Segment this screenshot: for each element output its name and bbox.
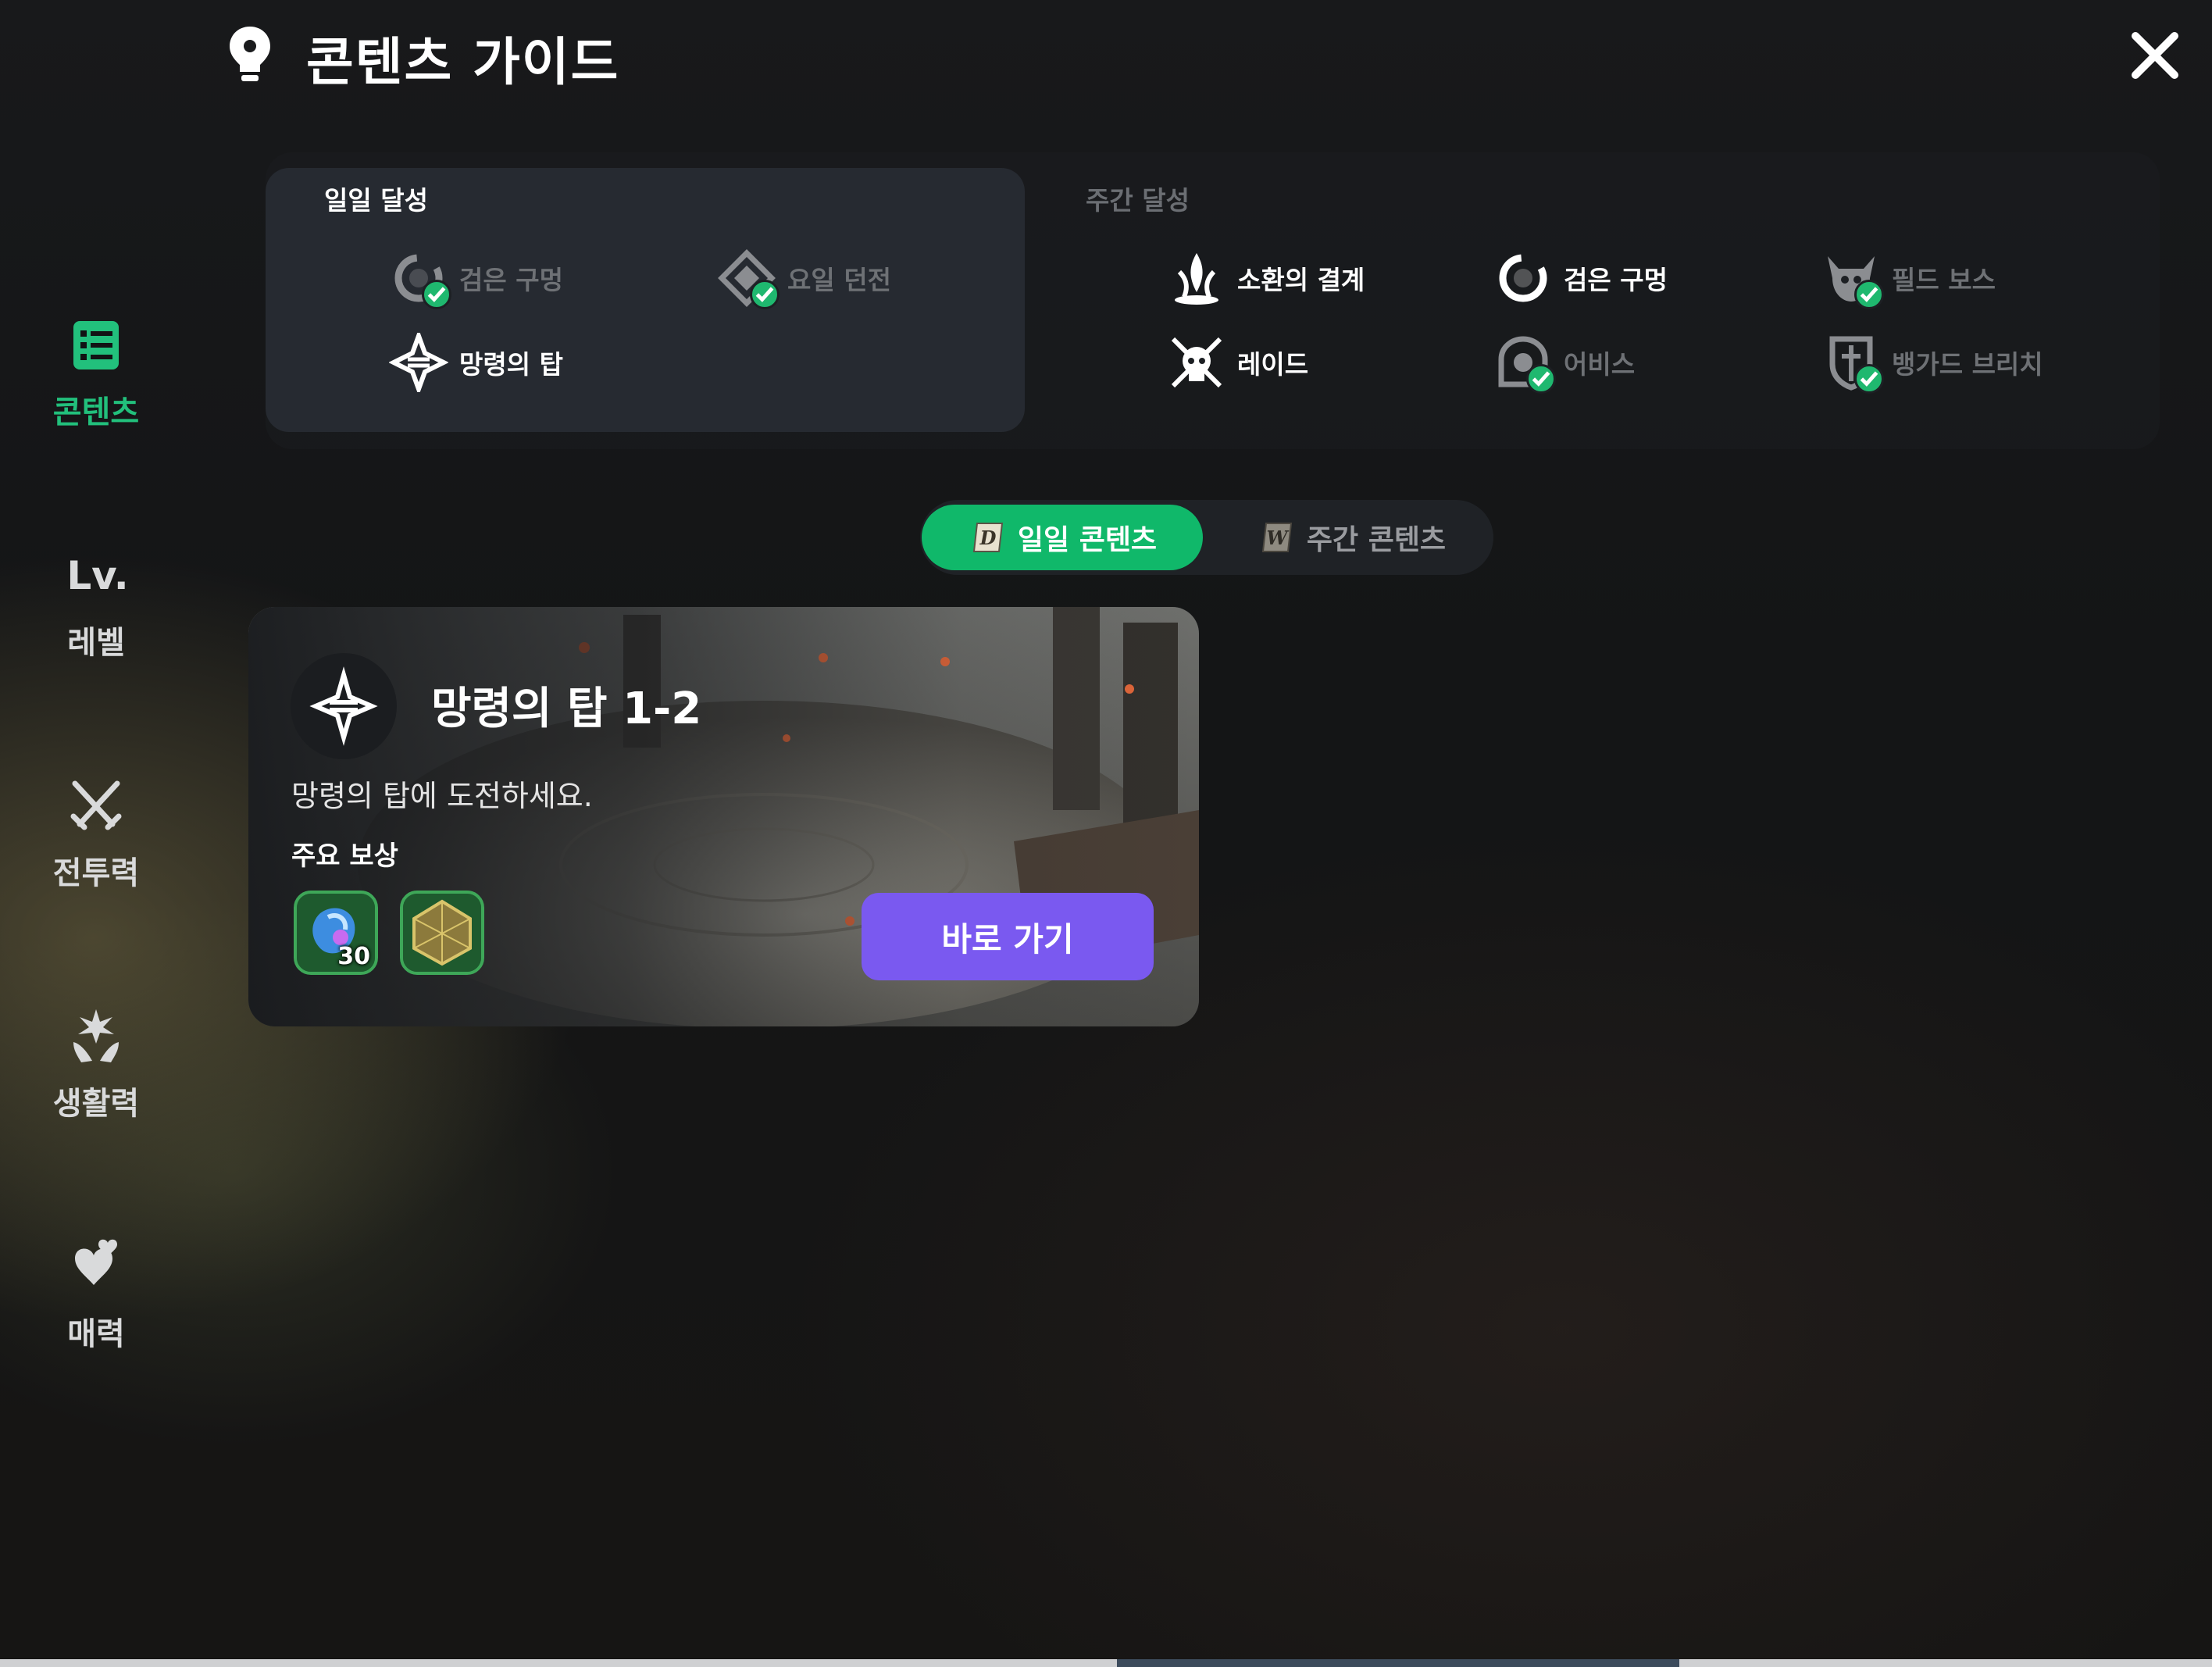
daily-scroll-icon: D [972,523,1004,552]
card-title: 망령의 탑 1-2 [431,684,702,734]
daily-item-label: 망령의 탑 [459,349,563,380]
daily-scroll-letter: D [979,527,997,549]
check-icon [1854,280,1884,309]
weekly-item-label: 검은 구멍 [1564,265,1668,295]
reward-item[interactable] [400,891,484,975]
tab-daily-contents[interactable]: D 일일 콘텐츠 [922,505,1203,570]
page-title: 콘텐츠 가이드 [306,32,620,92]
daily-item-label: 검은 구멍 [459,265,563,295]
daily-item-black-hole[interactable]: 검은 구멍 [389,247,563,309]
daily-achievement-title: 일일 달성 [324,185,428,216]
weekly-item-label: 필드 보스 [1892,265,1996,295]
check-icon [1854,364,1884,394]
field-boss-icon [1821,248,1884,309]
reward-label: 주요 보상 [291,841,398,872]
weekly-item-label: 어비스 [1564,349,1636,380]
wraith-tower-icon [388,329,449,396]
crossed-swords-icon [69,777,123,835]
sidebar-item-combat-power[interactable]: 전투력 [23,777,169,926]
sidebar-item-label: 콘텐츠 [52,394,140,430]
sidebar-item-charm[interactable]: 매력 [23,1238,169,1387]
black-hole-icon [1493,248,1553,308]
green-die-icon [403,894,481,972]
sidebar-item-label: 매력 [67,1316,125,1352]
lightbulb-icon [227,23,273,86]
bottom-edge-bar [0,1659,2212,1667]
go-now-button[interactable]: 바로 가기 [862,893,1154,980]
raid-skull-icon [1167,333,1226,392]
close-button[interactable] [2128,28,2182,83]
dungeon-icon [717,248,780,309]
tab-label: 주간 콘텐츠 [1306,524,1447,556]
weekly-item-label: 소환의 결계 [1237,265,1365,295]
check-icon [1526,364,1556,394]
check-icon [750,280,780,309]
tab-weekly-contents[interactable]: W 주간 콘텐츠 [1218,505,1484,570]
hearts-icon [69,1238,123,1296]
checklist-icon [69,316,123,374]
abyss-icon [1493,333,1556,394]
weekly-item-raid[interactable]: 레이드 [1167,331,1308,394]
sidebar-item-contents[interactable]: 콘텐츠 [23,316,169,465]
sidebar-item-label: 레벨 [67,625,125,661]
close-icon [2132,32,2178,79]
sidebar-item-label: 전투력 [52,855,140,891]
sidebar-item-life-skill[interactable]: 생활력 [23,1008,169,1156]
sidebar-item-level[interactable]: Lv. 레벨 [23,547,169,695]
sidebar-item-label: 생활력 [52,1086,140,1122]
check-icon [422,280,451,309]
weekly-scroll-letter: W [1266,527,1289,549]
weekly-achievement-title: 주간 달성 [1086,185,1190,216]
reward-item[interactable]: 30 [294,891,378,975]
weekly-scroll-icon: W [1261,523,1293,552]
summon-barrier-icon [1167,248,1226,308]
weekly-item-field-boss[interactable]: 필드 보스 [1821,247,1996,309]
weekly-item-black-hole[interactable]: 검은 구멍 [1493,247,1668,309]
black-hole-icon [389,248,451,309]
daily-item-day-dungeon[interactable]: 요일 던전 [717,247,891,309]
bottom-edge-segment [1117,1659,1679,1667]
content-guide-screen: 콘텐츠 가이드 콘텐츠 Lv. 레벨 전투력 생활력 매력 일일 달성 주간 달… [0,0,2212,1667]
weekly-item-label: 레이드 [1237,349,1309,380]
weekly-item-summon-barrier[interactable]: 소환의 결계 [1167,247,1365,309]
weekly-item-label: 뱅가드 브리치 [1892,349,2043,380]
tab-label: 일일 콘텐츠 [1017,524,1158,556]
daily-item-wraith-tower[interactable]: 망령의 탑 [388,329,563,396]
sparkle-hands-icon [69,1008,123,1066]
level-icon: Lv. [66,553,129,598]
weekly-item-abyss[interactable]: 어비스 [1493,331,1635,394]
weekly-item-vanguard-breach[interactable]: 뱅가드 브리치 [1821,331,2043,394]
reward-quantity: 30 [337,943,370,970]
daily-item-label: 요일 던전 [787,265,891,295]
vanguard-breach-icon [1821,333,1884,394]
wraith-tower-emblem-icon [291,653,397,759]
card-description: 망령의 탑에 도전하세요. [291,779,593,813]
